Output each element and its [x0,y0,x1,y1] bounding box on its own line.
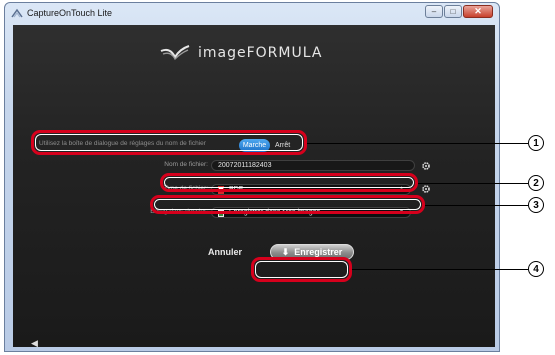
minimize-icon: – [431,7,437,16]
callout-1-leader [307,143,528,144]
filename-label: Nom de fichier: [164,161,208,168]
back-arrow-icon[interactable]: ◀ [31,338,38,349]
gear-icon[interactable] [421,161,431,171]
cancel-button[interactable]: Annuler [208,247,242,257]
highlight-2 [160,173,418,192]
gear-icon[interactable] [421,184,431,194]
maximize-icon: □ [450,7,456,16]
title-bar: CaptureOnTouch Lite – □ ✕ [5,3,499,25]
callout-4-leader [352,269,528,270]
callout-2-leader [418,183,528,184]
callout-3: 3 [528,197,544,213]
close-icon: ✕ [474,6,482,16]
maximize-button[interactable]: □ [444,5,462,18]
callout-4: 4 [528,261,544,277]
download-arrow-icon: ⬇ [281,246,290,257]
filename-input[interactable]: 20072011182403 [211,160,415,171]
app-icon [11,8,23,18]
highlight-1 [31,130,307,155]
window-title: CaptureOnTouch Lite [27,8,113,18]
logo-mark-icon [160,45,190,61]
close-button[interactable]: ✕ [463,5,493,18]
highlight-3 [150,195,425,214]
filename-value: 20072011182403 [218,162,272,169]
callout-2: 2 [528,175,544,191]
brand-logo: imageFORMULA [160,42,322,64]
callout-1: 1 [528,135,544,151]
minimize-button[interactable]: – [425,5,443,18]
highlight-4 [251,257,352,282]
save-button-label: Enregistrer [294,247,343,257]
callout-3-leader [425,205,528,206]
logo-text: imageFORMULA [198,45,323,61]
